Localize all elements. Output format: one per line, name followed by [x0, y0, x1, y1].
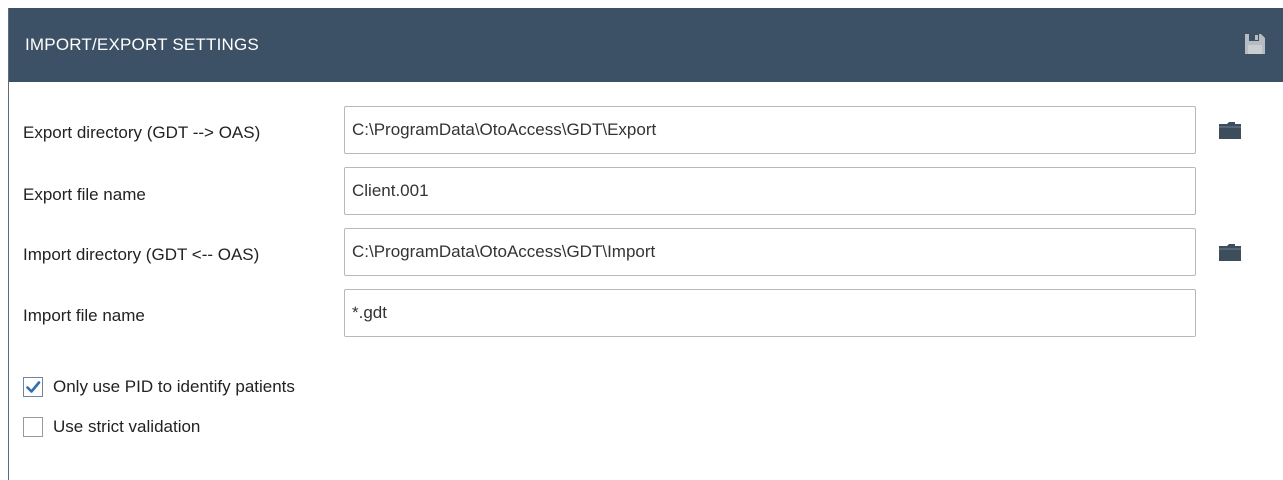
- save-disk-icon: [1245, 34, 1265, 54]
- strict-validation-checkbox[interactable]: [23, 417, 43, 437]
- import-file-name-input[interactable]: [344, 289, 1196, 337]
- export-file-name-label: Export file name: [23, 185, 146, 204]
- only-pid-label: Only use PID to identify patients: [53, 377, 295, 396]
- strict-validation-label: Use strict validation: [53, 417, 201, 436]
- export-directory-label: Export directory (GDT --> OAS): [23, 123, 261, 142]
- folder-icon: [1219, 244, 1241, 261]
- import-directory-label: Import directory (GDT <-- OAS): [23, 245, 260, 264]
- import-export-settings-panel: IMPORT/EXPORT SETTINGS Export directory …: [8, 8, 1283, 480]
- import-directory-browse-button[interactable]: [1218, 242, 1242, 262]
- only-pid-checkbox[interactable]: [23, 377, 43, 397]
- checkmark-icon: [26, 381, 41, 393]
- export-file-name-input[interactable]: [344, 167, 1196, 215]
- import-directory-input[interactable]: [344, 228, 1196, 276]
- only-pid-option[interactable]: Only use PID to identify patients: [23, 375, 295, 399]
- panel-title: IMPORT/EXPORT SETTINGS: [25, 35, 259, 54]
- folder-icon: [1219, 122, 1241, 139]
- export-directory-input[interactable]: [344, 106, 1196, 154]
- strict-validation-option[interactable]: Use strict validation: [23, 415, 200, 439]
- save-button[interactable]: [1244, 33, 1266, 55]
- panel-header: IMPORT/EXPORT SETTINGS: [9, 8, 1283, 82]
- export-directory-browse-button[interactable]: [1218, 120, 1242, 140]
- import-file-name-label: Import file name: [23, 306, 145, 325]
